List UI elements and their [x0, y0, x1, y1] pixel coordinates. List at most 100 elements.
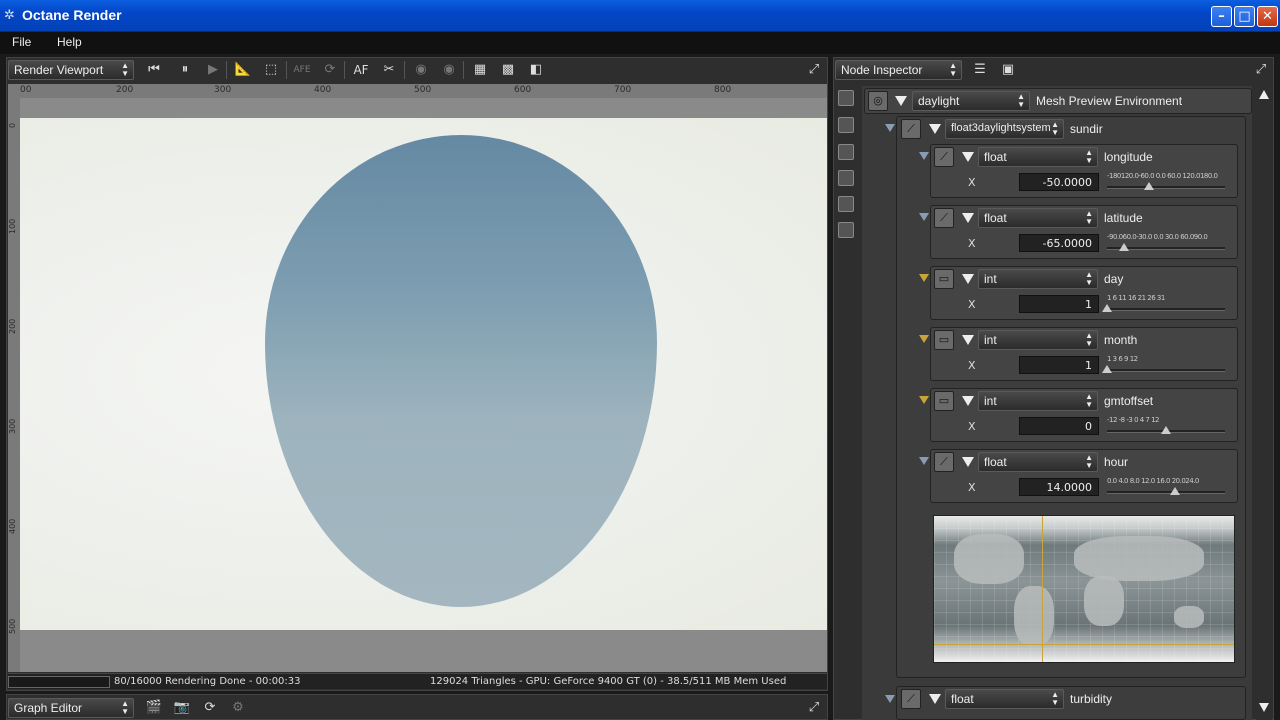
turbidity-node-name: turbidity — [1070, 692, 1113, 706]
expand-triangle[interactable] — [919, 457, 929, 465]
render-target-icon[interactable] — [838, 90, 854, 106]
af-icon[interactable]: AF — [352, 61, 370, 79]
maximize-inspector-icon[interactable]: ⤢ — [1252, 61, 1270, 79]
param-value-input[interactable]: -50.0000 — [1019, 173, 1099, 191]
param-slider[interactable]: -180120.0-60.0 0.0 60.0 120.0180.0 — [1107, 172, 1225, 194]
close-button[interactable]: ✕ — [1257, 6, 1278, 27]
param-value-input[interactable]: 1 — [1019, 356, 1099, 374]
node-inspector-selector[interactable]: Node Inspector ▲ ▼ — [835, 60, 962, 80]
kernel-icon[interactable] — [838, 144, 854, 160]
graph-editor-selector[interactable]: Graph Editor ▲ ▼ — [8, 698, 134, 718]
param-name: gmtoffset — [1104, 394, 1154, 408]
rewind-icon[interactable]: ⏮ — [145, 61, 163, 79]
param-value-input[interactable]: -65.0000 — [1019, 234, 1099, 252]
slider-thumb[interactable] — [1119, 243, 1129, 251]
clapper-icon[interactable]: 🎬 — [145, 699, 163, 717]
grid-icon[interactable]: ▦ — [471, 61, 489, 79]
region-icon[interactable]: ⬚ — [262, 61, 280, 79]
sundir-type-selector[interactable]: float3daylightsystem ▲ ▼ — [945, 119, 1064, 139]
world-map[interactable] — [933, 515, 1235, 663]
maximize-graph-icon[interactable]: ⤢ — [805, 699, 823, 717]
camera-icon[interactable]: 📷 — [173, 699, 191, 717]
expand-triangle[interactable] — [919, 152, 929, 160]
expand-triangle[interactable] — [919, 396, 929, 404]
param-slider[interactable]: 1 6 11 16 21 26 31 — [1102, 294, 1225, 316]
settings-icon[interactable]: ⚙ — [229, 699, 247, 717]
param-type-selector[interactable]: int ▲ ▼ — [978, 269, 1098, 289]
daylight-type-selector[interactable]: daylight ▲ ▼ — [912, 91, 1030, 111]
param-value-input[interactable]: 14.0000 — [1019, 478, 1099, 496]
menu-help[interactable]: Help — [57, 35, 82, 49]
collapse-triangle[interactable] — [929, 694, 941, 704]
collapse-icon[interactable]: ☰ — [971, 61, 989, 79]
slider-thumb[interactable] — [1102, 304, 1112, 312]
param-type-selector[interactable]: float ▲ ▼ — [978, 147, 1098, 167]
toolbar-separator — [286, 61, 287, 79]
param-value-input[interactable]: 1 — [1019, 295, 1099, 313]
expand-triangle[interactable] — [885, 124, 895, 132]
param-slider[interactable]: -90.060.0-30.0 0.0 30.0 60.090.0 — [1107, 233, 1225, 255]
param-type-selector[interactable]: float ▲ ▼ — [978, 452, 1098, 472]
map-land-north-america — [954, 534, 1024, 584]
pin-icon[interactable]: ▣ — [999, 61, 1017, 79]
slider-track — [1107, 369, 1225, 372]
curve-icon: ⟋ — [934, 208, 954, 228]
updown-icon: ▲ ▼ — [1017, 92, 1025, 109]
maximize-button[interactable]: □ — [1234, 6, 1255, 27]
updown-icon: ▲ ▼ — [1085, 209, 1093, 226]
param-value-input[interactable]: 0 — [1019, 417, 1099, 435]
param-gmtoffset: ▭ int ▲ ▼ gmtoffset X 0 -12 -8 -3 0 4 7 12 — [930, 388, 1238, 442]
collapse-triangle[interactable] — [962, 152, 974, 162]
slider-thumb[interactable] — [1161, 426, 1171, 434]
slider-thumb[interactable] — [1144, 182, 1154, 190]
collapse-triangle[interactable] — [962, 213, 974, 223]
environment-icon[interactable] — [838, 170, 854, 186]
ruler-icon[interactable]: 📐 — [234, 61, 252, 79]
param-type-selector[interactable]: int ▲ ▼ — [978, 330, 1098, 350]
scroll-up-icon[interactable] — [1259, 90, 1269, 99]
collapse-triangle[interactable] — [962, 457, 974, 467]
node-inspector-selector-label: Node Inspector — [841, 63, 923, 77]
pause-icon[interactable]: ⏸ — [176, 61, 194, 79]
camera-icon[interactable] — [838, 117, 854, 133]
inspector-scrollbar[interactable] — [1256, 86, 1272, 720]
sphere-icon[interactable]: ◉ — [412, 61, 430, 79]
imager-icon[interactable] — [838, 196, 854, 212]
param-slider[interactable]: 1 3 6 9 12 — [1102, 355, 1225, 377]
slider-thumb[interactable] — [1102, 365, 1112, 373]
updown-icon: ▲ ▼ — [1085, 331, 1093, 348]
post-processing-icon[interactable] — [838, 222, 854, 238]
play-icon[interactable]: ▶ — [204, 61, 222, 79]
axis-label: X — [968, 176, 976, 189]
scroll-down-icon[interactable] — [1259, 703, 1269, 712]
maximize-viewport-icon[interactable]: ⤢ — [805, 61, 823, 79]
menu-file[interactable]: File — [12, 35, 31, 49]
param-slider[interactable]: -12 -8 -3 0 4 7 12 — [1107, 416, 1225, 438]
param-type-selector[interactable]: int ▲ ▼ — [978, 391, 1098, 411]
param-type-selector[interactable]: float ▲ ▼ — [978, 208, 1098, 228]
half-icon[interactable]: ◧ — [527, 61, 545, 79]
turbidity-type-selector[interactable]: float ▲ ▼ — [945, 689, 1064, 709]
refresh-icon[interactable]: ⟳ — [201, 699, 219, 717]
sphere2-icon[interactable]: ◉ — [440, 61, 458, 79]
refresh-icon[interactable]: ⟳ — [321, 61, 339, 79]
checker-icon[interactable]: ▩ — [499, 61, 517, 79]
expand-triangle[interactable] — [919, 274, 929, 282]
pick-icon[interactable]: ✂ — [380, 61, 398, 79]
render-image[interactable] — [20, 118, 827, 630]
expand-triangle[interactable] — [885, 695, 895, 703]
expand-triangle[interactable] — [919, 335, 929, 343]
minimize-button[interactable]: – — [1211, 6, 1232, 27]
collapse-triangle[interactable] — [962, 335, 974, 345]
collapse-triangle[interactable] — [962, 274, 974, 284]
viewport-selector[interactable]: Render Viewport ▲ ▼ — [8, 60, 134, 80]
collapse-triangle[interactable] — [929, 124, 941, 134]
ruler-tick: 300 — [214, 85, 232, 95]
param-slider[interactable]: 0.0 4.0 8.0 12.0 16.0 20.024.0 — [1107, 477, 1225, 499]
expand-triangle[interactable] — [919, 213, 929, 221]
collapse-triangle[interactable] — [962, 396, 974, 406]
slider-thumb[interactable] — [1170, 487, 1180, 495]
ruler-tick: 500 — [414, 85, 432, 95]
collapse-triangle[interactable] — [895, 96, 907, 106]
af-disabled-icon[interactable]: AFE — [293, 61, 311, 79]
